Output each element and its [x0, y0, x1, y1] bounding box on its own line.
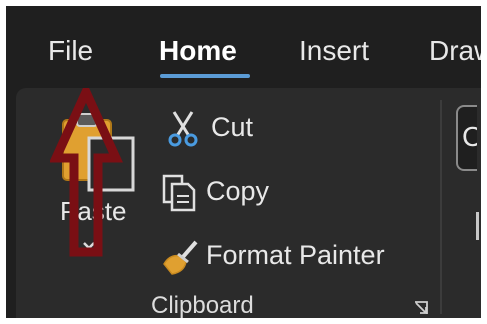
group-label-clipboard: Clipboard [151, 292, 254, 319]
tab-home[interactable]: Home [159, 34, 237, 68]
copy-label: Copy [206, 176, 270, 206]
tab-draw[interactable]: Draw [429, 34, 481, 68]
active-tab-indicator [160, 74, 250, 78]
format-painter-label: Format Painter [206, 240, 385, 270]
menu-tab-bar: File Home Insert Draw [6, 6, 481, 88]
next-group-control[interactable]: C [456, 105, 477, 171]
tab-insert[interactable]: Insert [299, 34, 369, 68]
cut-label: Cut [211, 112, 254, 142]
next-group-mark [476, 212, 479, 240]
group-separator [440, 100, 442, 314]
paintbrush-icon [163, 240, 198, 275]
scissors-icon [168, 111, 198, 147]
copy-icon [162, 174, 196, 212]
tab-file[interactable]: File [48, 34, 93, 68]
next-group-text: C [462, 121, 477, 153]
dialog-launcher-icon[interactable] [413, 300, 429, 316]
up-arrow-icon [50, 88, 123, 257]
